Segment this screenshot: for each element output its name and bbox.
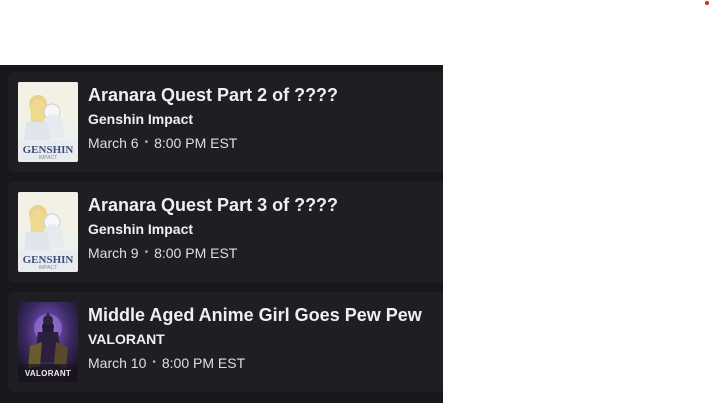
stream-date: March 6 [88, 135, 139, 151]
stream-time: 8:00 PM EST [154, 245, 238, 261]
schedule-item[interactable]: VALORANT Middle Aged Anime Girl Goes Pew… [8, 292, 443, 392]
stream-title[interactable]: Aranara Quest Part 3 of ???? [88, 193, 438, 217]
separator-dot: • [144, 137, 149, 149]
game-name[interactable]: Genshin Impact [88, 219, 438, 239]
game-name[interactable]: VALORANT [88, 329, 438, 349]
separator-dot: • [144, 247, 149, 259]
schedule-item-info: Aranara Quest Part 3 of ???? Genshin Imp… [88, 193, 438, 264]
notification-dot [705, 1, 709, 5]
schedule-time: March 9 • 8:00 PM EST [88, 243, 438, 264]
schedule-panel: GENSHIN IMPACT Aranara Quest Part 2 of ?… [0, 65, 443, 403]
thumb-label: VALORANT [24, 369, 72, 378]
stream-time: 8:00 PM EST [161, 355, 246, 371]
valorant-boxart-icon[interactable]: VALORANT [18, 302, 78, 382]
page: GENSHIN IMPACT Aranara Quest Part 2 of ?… [0, 0, 710, 403]
schedule-time: March 6 • 8:00 PM EST [88, 133, 438, 154]
game-name[interactable]: Genshin Impact [88, 109, 438, 129]
genshin-impact-boxart-icon[interactable]: GENSHIN IMPACT [18, 192, 78, 272]
schedule-item-info: Middle Aged Anime Girl Goes Pew Pew VALO… [88, 303, 438, 374]
schedule-item[interactable]: GENSHIN IMPACT Aranara Quest Part 2 of ?… [8, 72, 443, 172]
schedule-time: March 10 • 8:00 PM EST [88, 353, 438, 374]
stream-time: 8:00 PM EST [154, 135, 238, 151]
separator-dot: • [152, 357, 156, 369]
stream-title[interactable]: Aranara Quest Part 2 of ???? [88, 83, 438, 107]
schedule-item[interactable]: GENSHIN IMPACT Aranara Quest Part 3 of ?… [8, 182, 443, 282]
thumb-sublabel: IMPACT [38, 265, 58, 271]
genshin-impact-boxart-icon[interactable]: GENSHIN IMPACT [18, 82, 78, 162]
thumb-sublabel: IMPACT [38, 155, 58, 161]
stream-title[interactable]: Middle Aged Anime Girl Goes Pew Pew [88, 303, 438, 327]
schedule-item-info: Aranara Quest Part 2 of ???? Genshin Imp… [88, 83, 438, 154]
stream-date: March 9 [88, 245, 139, 261]
stream-date: March 10 [88, 355, 147, 371]
